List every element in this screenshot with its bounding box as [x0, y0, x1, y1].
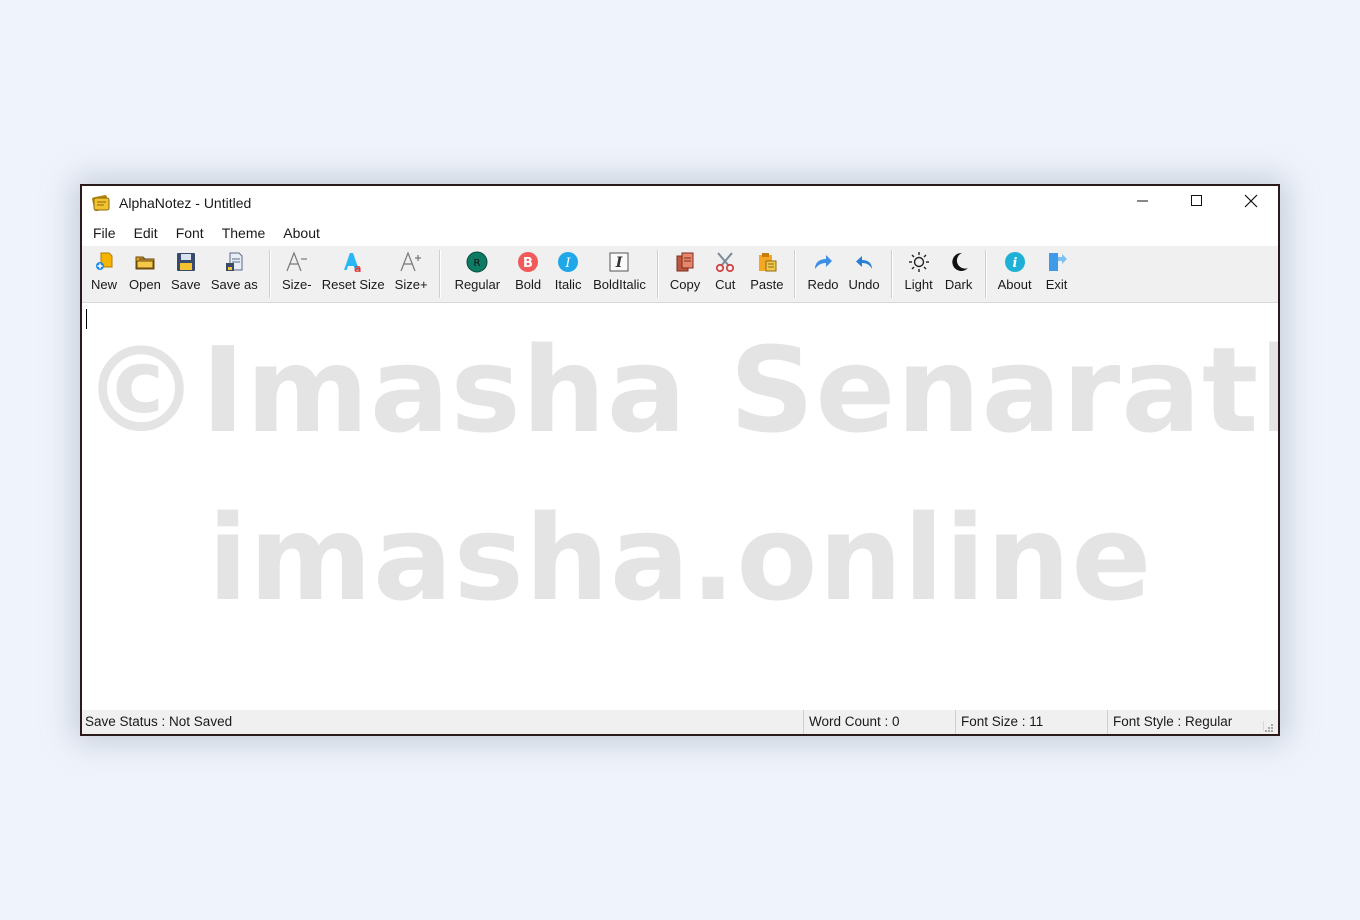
dark-theme-button[interactable]: Dark [939, 246, 979, 292]
font-size-decrease-icon [285, 250, 309, 274]
bold-italic-button[interactable]: I BoldItalic [588, 246, 651, 292]
save-as-button[interactable]: Save as [206, 246, 263, 292]
maximize-icon [1191, 194, 1203, 212]
status-bar: Save Status : Not Saved Word Count : 0 F… [82, 710, 1278, 734]
save-status: Save Status : Not Saved [85, 714, 233, 729]
exit-door-icon [1045, 250, 1069, 274]
toolbar-separator [794, 250, 797, 298]
sun-icon [907, 250, 931, 274]
toolbar-separator [984, 250, 987, 298]
font-style-status: Font Style : Regular [1107, 710, 1263, 734]
title-bar[interactable]: AlphaNotez - Untitled [82, 186, 1278, 220]
exit-button[interactable]: Exit [1037, 246, 1077, 292]
undo-button[interactable]: Undo [844, 246, 885, 292]
redo-arrow-icon [811, 250, 835, 274]
font-size-status: Font Size : 11 [955, 710, 1107, 734]
svg-text:I: I [565, 256, 572, 271]
toolbar-separator [268, 250, 271, 298]
menu-about[interactable]: About [274, 220, 329, 246]
maximize-button[interactable] [1170, 186, 1224, 220]
svg-text:B: B [523, 256, 533, 271]
toolbar-separator [438, 250, 441, 298]
minimize-button[interactable] [1116, 186, 1170, 220]
new-file-icon [92, 250, 116, 274]
open-button[interactable]: Open [124, 246, 166, 292]
size-increase-button[interactable]: Size+ [390, 246, 433, 292]
size-decrease-button[interactable]: Size- [277, 246, 317, 292]
svg-text:I: I [615, 255, 623, 271]
info-icon: i [1003, 250, 1027, 274]
menu-file[interactable]: File [84, 220, 125, 246]
scissors-icon [713, 250, 737, 274]
window-title: AlphaNotez - Untitled [119, 195, 252, 211]
watermark-copyright: ©Imasha Senarath [82, 321, 1278, 459]
bold-style-icon: B [516, 250, 540, 274]
resize-grip[interactable] [1263, 721, 1274, 732]
folder-open-icon [133, 250, 157, 274]
bold-button[interactable]: B Bold [508, 246, 548, 292]
regular-style-icon: R [465, 250, 489, 274]
menu-font[interactable]: Font [167, 220, 213, 246]
svg-text:a: a [354, 262, 361, 273]
minimize-icon [1137, 194, 1149, 212]
reset-size-button[interactable]: a Reset Size [317, 246, 390, 292]
svg-text:i: i [1012, 256, 1017, 271]
new-button[interactable]: New [84, 246, 124, 292]
floppy-disk-icon [174, 250, 198, 274]
menu-bar: File Edit Font Theme About [82, 220, 1278, 246]
light-theme-button[interactable]: Light [899, 246, 939, 292]
save-as-icon [222, 250, 246, 274]
menu-theme[interactable]: Theme [213, 220, 275, 246]
toolbar: New Open Save Save as Size- a Reset Size… [82, 246, 1278, 303]
watermark-website: imasha.online [207, 489, 1153, 627]
bold-italic-style-icon: I [607, 250, 631, 274]
app-window: AlphaNotez - Untitled File Edit Font The… [80, 184, 1280, 736]
undo-arrow-icon [852, 250, 876, 274]
redo-button[interactable]: Redo [802, 246, 843, 292]
svg-text:R: R [474, 258, 481, 269]
moon-icon [947, 250, 971, 274]
italic-style-icon: I [556, 250, 580, 274]
close-button[interactable] [1224, 186, 1278, 220]
paste-icon [755, 250, 779, 274]
close-icon [1244, 194, 1258, 213]
italic-button[interactable]: I Italic [548, 246, 588, 292]
notepad-icon [91, 194, 111, 212]
text-editor[interactable]: ©Imasha Senarath imasha.online [82, 303, 1278, 710]
toolbar-separator [656, 250, 659, 298]
font-size-reset-icon: a [341, 250, 365, 274]
copy-icon [673, 250, 697, 274]
font-size-increase-icon [399, 250, 423, 274]
regular-button[interactable]: R Regular [447, 246, 509, 292]
paste-button[interactable]: Paste [745, 246, 788, 292]
menu-edit[interactable]: Edit [125, 220, 167, 246]
copy-button[interactable]: Copy [665, 246, 705, 292]
word-count: Word Count : 0 [803, 710, 955, 734]
about-button[interactable]: i About [993, 246, 1037, 292]
cut-button[interactable]: Cut [705, 246, 745, 292]
save-button[interactable]: Save [166, 246, 206, 292]
toolbar-separator [890, 250, 893, 298]
